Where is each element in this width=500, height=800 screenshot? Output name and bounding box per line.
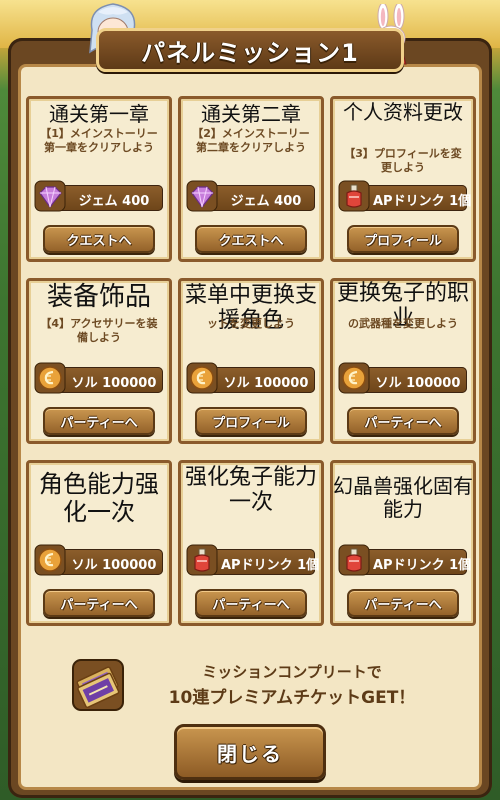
reward-bar: APドリンク 1個 xyxy=(186,544,320,576)
complete-line-2: 10連プレミアムチケットGET！ xyxy=(168,688,416,708)
mission-card: 通关第二章 【2】メインストーリー第二章をクリアしようジェム 400 クエストへ xyxy=(178,96,324,262)
reward-bar: ジェム 400 xyxy=(34,180,163,212)
ap-drink-icon xyxy=(338,544,370,576)
reward-label: APドリンク 1個 xyxy=(373,194,472,209)
mission-title-zh: 角色能力强化一次 xyxy=(39,470,159,526)
reward-bar: ソル 100000 xyxy=(338,362,467,394)
close-button-label: 閉じる xyxy=(217,741,283,766)
reward-bar: ソル 100000 xyxy=(186,362,315,394)
sol-coin-icon xyxy=(338,362,370,394)
complete-line-1: ミッションコンプリートで xyxy=(202,663,382,681)
mission-action-button[interactable]: パーティーへ xyxy=(195,589,307,617)
mission-card: 更换兔子的职业 の武器種を変更しよう ソル 100000 パーティーへ xyxy=(330,278,476,444)
mission-card: 装备饰品【4】アクセサリーを装備しようソル 100000 パーティーへ xyxy=(26,278,172,444)
panel-title-plate: パネルミッション1 xyxy=(96,28,404,72)
reward-bar: APドリンク 1個 xyxy=(338,544,472,576)
mission-title-zh: 装备饰品 xyxy=(46,282,151,312)
sol-coin-icon xyxy=(34,362,66,394)
reward-label: ソル 100000 xyxy=(71,558,157,573)
ap-drink-icon xyxy=(338,180,370,212)
mission-action-button[interactable]: クエストへ xyxy=(43,225,155,253)
mission-title-zh: 通关第一章 xyxy=(49,102,149,126)
mission-card: 幻晶兽强化固有能力 APドリンク 1個パーティーへ xyxy=(330,460,476,626)
reward-label: ジェム 400 xyxy=(78,194,150,209)
mission-action-label: クエストへ xyxy=(66,233,132,249)
mission-action-button[interactable]: プロフィール xyxy=(195,407,307,435)
mission-card: 菜单中更换支援角色 ットを変更しよう ソル 100000 プロフィール xyxy=(178,278,324,444)
mission-card: 角色能力强化一次ソル 100000 パーティーへ xyxy=(26,460,172,626)
mission-title-zh: 幻晶兽强化固有能力 xyxy=(333,474,473,521)
gem-icon xyxy=(186,180,218,212)
mission-action-label: プロフィール xyxy=(364,233,442,249)
mission-card: 强化兔子能力一次 APドリンク 1個パーティーへ xyxy=(178,460,324,626)
gem-icon xyxy=(34,180,66,212)
reward-bar: APドリンク 1個 xyxy=(338,180,472,212)
premium-ticket-icon xyxy=(72,659,124,711)
sol-coin-icon xyxy=(34,544,66,576)
reward-label: ジェム 400 xyxy=(230,194,302,209)
mission-description: 【3】プロフィールを変更しよう xyxy=(344,147,462,174)
reward-bar: ソル 100000 xyxy=(34,362,163,394)
reward-label: APドリンク 1個 xyxy=(373,558,472,573)
panel-title: パネルミッション1 xyxy=(141,38,359,67)
mission-description: 【4】アクセサリーを装備しよう xyxy=(40,317,158,344)
mission-action-button[interactable]: プロフィール xyxy=(347,225,459,253)
reward-label: ソル 100000 xyxy=(375,376,461,391)
reward-label: APドリンク 1個 xyxy=(221,558,320,573)
mission-action-button[interactable]: パーティーへ xyxy=(43,407,155,435)
mission-action-label: パーティーへ xyxy=(364,597,442,613)
mission-action-label: パーティーへ xyxy=(60,415,138,431)
reward-label: ソル 100000 xyxy=(223,376,309,391)
mission-action-label: パーティーへ xyxy=(212,597,290,613)
mission-action-button[interactable]: パーティーへ xyxy=(347,407,459,435)
close-button[interactable]: 閉じる xyxy=(174,724,326,780)
reward-bar: ジェム 400 xyxy=(186,180,315,212)
sol-coin-icon xyxy=(186,362,218,394)
reward-label: ソル 100000 xyxy=(71,376,157,391)
mission-action-button[interactable]: パーティーへ xyxy=(347,589,459,617)
mission-card: 个人资料更改 【3】プロフィールを変更しよう APドリンク 1個プロフィール xyxy=(330,96,476,262)
mission-description: 【2】メインストーリー第二章をクリアしよう xyxy=(192,127,310,154)
ap-drink-icon xyxy=(186,544,218,576)
mission-description: の武器種を変更しよう xyxy=(348,317,458,330)
mission-card: 通关第一章 【1】メインストーリー第一章をクリアしようジェム 400 クエストへ xyxy=(26,96,172,262)
mission-description: 【1】メインストーリー第一章をクリアしよう xyxy=(40,127,158,154)
mission-action-button[interactable]: パーティーへ xyxy=(43,589,155,617)
mission-action-label: パーティーへ xyxy=(364,415,442,431)
mission-title-zh: 个人资料更改 xyxy=(343,100,463,124)
mission-description: ットを変更しよう xyxy=(207,317,295,330)
mission-action-label: パーティーへ xyxy=(60,597,138,613)
completion-reward: ミッションコンプリートで 10連プレミアムチケットGET！ xyxy=(70,655,450,715)
mission-action-button[interactable]: クエストへ xyxy=(195,225,307,253)
mission-action-label: クエストへ xyxy=(218,233,284,249)
reward-bar: ソル 100000 xyxy=(34,544,163,576)
mission-title-zh: 通关第二章 xyxy=(201,102,301,126)
mission-title-zh: 强化兔子能力一次 xyxy=(184,465,317,516)
mission-action-label: プロフィール xyxy=(212,415,290,431)
